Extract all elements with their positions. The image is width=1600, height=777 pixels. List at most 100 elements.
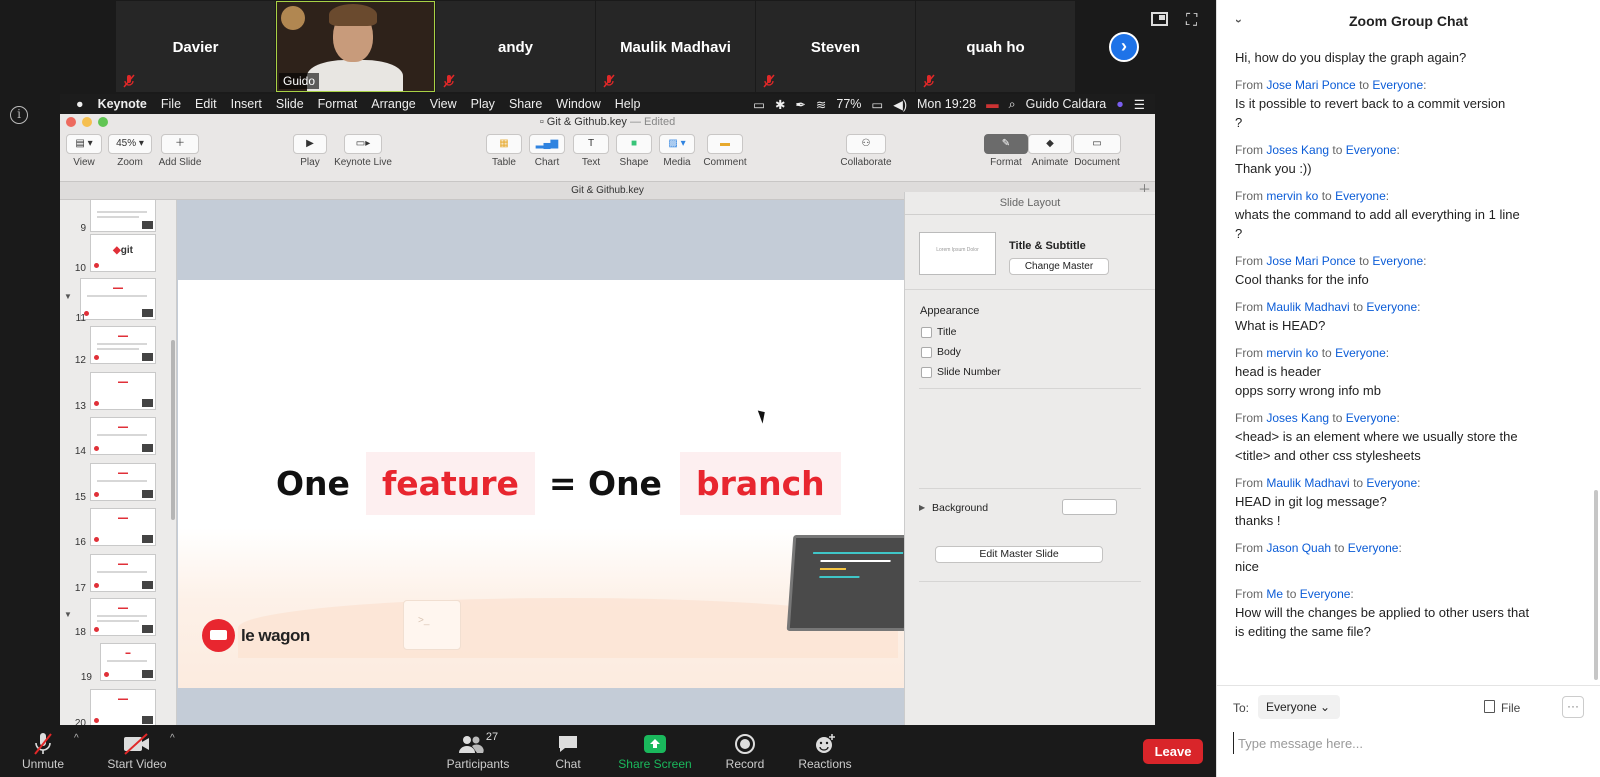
chart-button[interactable]: ▂▄▆ Chart (528, 134, 566, 168)
menu-help[interactable]: Help (615, 97, 641, 111)
slide-number-checkbox[interactable] (921, 367, 932, 378)
text-button[interactable]: T Text (572, 134, 610, 168)
body-checkbox[interactable] (921, 347, 932, 358)
recipient-name[interactable]: Everyone (1346, 143, 1397, 157)
chat-message-input[interactable] (1233, 732, 1583, 754)
battery-icon[interactable]: ▭ (871, 97, 883, 112)
start-video-button[interactable]: Start Video (104, 725, 170, 771)
spotlight-icon[interactable]: ⌕ (1009, 97, 1016, 112)
menu-view[interactable]: View (430, 97, 457, 111)
sender-name[interactable]: Joses Kang (1266, 411, 1329, 425)
slide-thumbnail[interactable]: ▬▬ 13 (60, 372, 176, 414)
menu-insert[interactable]: Insert (231, 97, 262, 111)
slide-thumbnail[interactable]: 9 (60, 200, 176, 236)
sender-name[interactable]: mervin ko (1266, 189, 1318, 203)
menu-format[interactable]: Format (318, 97, 358, 111)
slide-navigator[interactable]: 9 ◆git 10 ▼ ▬▬ 11 ▬▬ 12 ▬▬ 13 ▬▬ 14 ▬▬ 1… (60, 200, 177, 725)
more-options-icon[interactable]: ··· (1562, 696, 1584, 718)
navigator-scrollbar[interactable] (171, 340, 175, 520)
slide-thumbnail[interactable]: ◆git 10 (60, 234, 176, 276)
title-checkbox[interactable] (921, 327, 932, 338)
play-button[interactable]: ▶ Play (292, 134, 328, 168)
participant-tile[interactable]: Davier (116, 1, 275, 92)
apple-icon[interactable]: ● (76, 97, 84, 111)
battery-level[interactable]: 77% (836, 97, 861, 111)
background-label[interactable]: Background (932, 502, 988, 514)
slide-thumbnail[interactable]: ▬▬ 20 (60, 689, 176, 725)
chat-message[interactable]: From Maulik Madhavi to Everyone: What is … (1217, 298, 1595, 335)
sender-name[interactable]: Jason Quah (1266, 541, 1331, 555)
recipient-name[interactable]: Everyone (1372, 78, 1423, 92)
slide-thumbnail[interactable]: ▬▬ 16 (60, 508, 176, 550)
current-slide[interactable]: >_ One feature = One branch le wagon (178, 280, 904, 688)
recipient-name[interactable]: Everyone (1348, 541, 1399, 555)
slide-thumbnail[interactable]: ▬▬ 11 (60, 278, 176, 324)
volume-icon[interactable]: ◀) (893, 97, 907, 112)
format-button[interactable]: ✎ Format (984, 134, 1028, 168)
sender-name[interactable]: Maulik Madhavi (1266, 476, 1349, 490)
menu-keynote[interactable]: Keynote (98, 97, 147, 111)
menu-slide[interactable]: Slide (276, 97, 304, 111)
recipient-name[interactable]: Everyone (1335, 189, 1386, 203)
minimize-window-icon[interactable] (82, 117, 92, 127)
slide-thumbnail[interactable]: ▬▬ 18 (60, 598, 176, 640)
slide-thumbnail[interactable]: ▬▬ 17 (60, 554, 176, 596)
recipient-name[interactable]: Everyone (1335, 346, 1386, 360)
participants-button[interactable]: 27 Participants (440, 725, 516, 771)
change-master-button[interactable]: Change Master (1009, 258, 1109, 275)
slide-thumbnail[interactable]: ▬▬ 15 (60, 463, 176, 505)
sender-name[interactable]: Jose Mari Ponce (1266, 254, 1355, 268)
control-center-icon[interactable]: ☰ (1134, 97, 1145, 112)
leave-button[interactable]: Leave (1143, 739, 1203, 764)
sender-name[interactable]: Me (1266, 587, 1283, 601)
participant-tile[interactable]: Steven (756, 1, 915, 92)
document-button[interactable]: ▭ Document (1072, 134, 1122, 168)
add-slide-button[interactable]: ＋ Add Slide (158, 134, 202, 168)
pen-icon[interactable]: ✒ (795, 97, 805, 112)
flag-icon[interactable]: ▬ (986, 97, 999, 111)
close-window-icon[interactable] (66, 117, 76, 127)
recipient-dropdown[interactable]: Everyone ⌄ (1258, 695, 1341, 719)
display-icon[interactable]: ▭ (753, 97, 765, 112)
chat-message[interactable]: From Me to Everyone: How will the changes… (1217, 585, 1595, 641)
participant-tile[interactable]: Maulik Madhavi (596, 1, 755, 92)
record-button[interactable]: Record (716, 725, 774, 771)
menu-edit[interactable]: Edit (195, 97, 217, 111)
chat-button[interactable]: Chat (538, 725, 598, 771)
fullscreen-icon[interactable]: ⛶ (1186, 12, 1197, 30)
collapse-chevron-icon[interactable]: › (1218, 19, 1260, 23)
video-options-caret-icon[interactable]: ^ (170, 733, 175, 744)
slide-thumbnail[interactable]: ▬▬ 12 (60, 326, 176, 368)
clock[interactable]: Mon 19:28 (917, 97, 976, 111)
reactions-button[interactable]: Reactions (794, 725, 856, 771)
disclosure-triangle-icon[interactable]: ▶ (919, 503, 925, 512)
recipient-name[interactable]: Everyone (1366, 476, 1417, 490)
comment-button[interactable]: ▬ Comment (702, 134, 748, 168)
meeting-info-icon[interactable]: i (10, 106, 28, 124)
video-tile-active-speaker[interactable]: Guido (276, 1, 435, 92)
shape-button[interactable]: ■ Shape (615, 134, 653, 168)
sender-name[interactable]: Jose Mari Ponce (1266, 78, 1355, 92)
wifi-icon[interactable]: ≋ (816, 97, 826, 112)
menu-play[interactable]: Play (471, 97, 495, 111)
recipient-name[interactable]: Everyone (1346, 411, 1397, 425)
view-button[interactable]: ▤ ▾ View (66, 134, 102, 168)
sender-name[interactable]: mervin ko (1266, 346, 1318, 360)
menu-file[interactable]: File (161, 97, 181, 111)
chat-message[interactable]: From Maulik Madhavi to Everyone: HEAD in … (1217, 474, 1595, 530)
next-page-arrow-icon[interactable]: › (1109, 32, 1139, 62)
chat-message[interactable]: From mervin ko to Everyone: head is heade… (1217, 344, 1595, 400)
chat-message[interactable]: Hi, how do you display the graph again? (1217, 48, 1595, 67)
file-button[interactable]: File (1501, 701, 1520, 715)
chat-message[interactable]: From Jason Quah to Everyone: nice (1217, 539, 1595, 576)
recipient-name[interactable]: Everyone (1300, 587, 1351, 601)
recipient-name[interactable]: Everyone (1372, 254, 1423, 268)
zoom-dropdown[interactable]: 45% ▾ Zoom (108, 134, 152, 168)
edit-master-slide-button[interactable]: Edit Master Slide (935, 546, 1103, 563)
master-thumbnail[interactable]: Lorem Ipsum Dolor (919, 232, 996, 275)
recipient-name[interactable]: Everyone (1366, 300, 1417, 314)
slide-thumbnail[interactable]: ▬▬ 14 (60, 417, 176, 459)
chat-message[interactable]: From Joses Kang to Everyone: Thank you :)… (1217, 141, 1595, 178)
menu-share[interactable]: Share (509, 97, 542, 111)
audio-options-caret-icon[interactable]: ^ (74, 733, 79, 744)
